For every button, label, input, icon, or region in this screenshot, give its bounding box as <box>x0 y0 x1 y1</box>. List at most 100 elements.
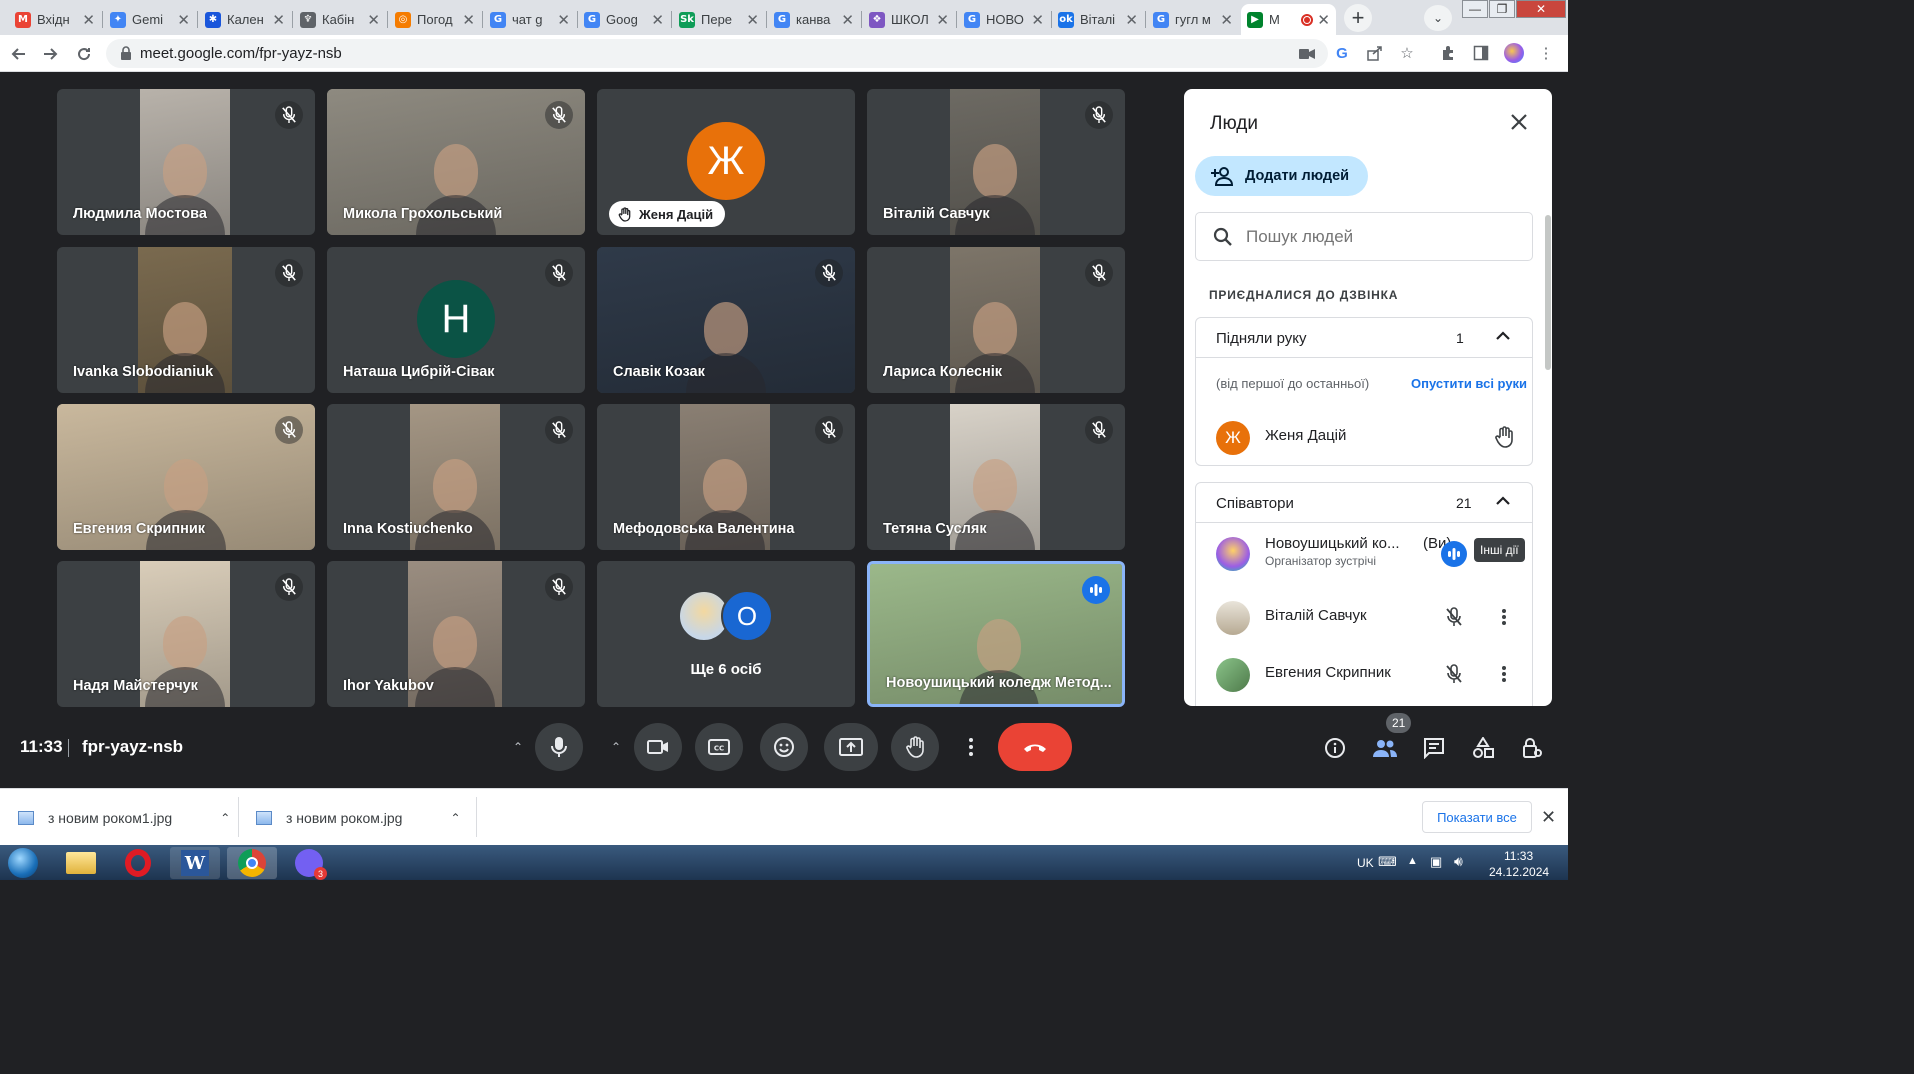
chevron-up-icon[interactable] <box>1495 328 1511 344</box>
network-icon[interactable]: ▣ <box>1430 854 1442 870</box>
meeting-details-button[interactable] <box>1320 733 1350 763</box>
reactions-button[interactable] <box>760 723 808 771</box>
leave-call-button[interactable] <box>998 723 1072 771</box>
add-people-button[interactable]: Додати людей <box>1195 156 1368 196</box>
close-tab-icon[interactable]: ✕ <box>367 11 380 29</box>
participant-tile[interactable]: Н Наташа Цибрій-Сівак <box>327 247 585 393</box>
close-panel-button[interactable] <box>1508 111 1530 133</box>
participant-tile[interactable]: Новоушицький коледж Метод... <box>867 561 1125 707</box>
download-item[interactable]: з новим роком.jpg ⌃ <box>256 789 461 846</box>
chevron-up-icon[interactable]: ⌃ <box>220 811 230 825</box>
browser-tab[interactable]: Gчат g ✕ <box>484 4 576 35</box>
show-all-downloads-button[interactable]: Показати все <box>1422 801 1532 833</box>
participant-tile[interactable]: Надя Майстерчук <box>57 561 315 707</box>
browser-tab[interactable]: G НОВО ✕ <box>958 4 1050 35</box>
side-panel-icon[interactable] <box>1470 42 1492 64</box>
chrome-menu-icon[interactable]: ⋮ <box>1535 42 1557 64</box>
share-icon[interactable] <box>1364 42 1386 64</box>
browser-tab[interactable]: ok Віталі ✕ <box>1052 4 1144 35</box>
raised-hands-header[interactable]: Підняли руку 1 <box>1196 318 1532 358</box>
browser-tab[interactable]: Sk Пере ✕ <box>673 4 765 35</box>
participant-tile[interactable]: Славік Козак <box>597 247 855 393</box>
microphone-button[interactable] <box>535 723 583 771</box>
more-options-button[interactable] <box>957 723 985 771</box>
show-hidden-icons-icon[interactable]: ▲ <box>1407 855 1418 867</box>
close-tab-icon[interactable]: ✕ <box>746 11 759 29</box>
people-search-box[interactable] <box>1195 212 1533 261</box>
participant-tile[interactable]: Inna Kostiuchenko <box>327 404 585 550</box>
browser-tab[interactable]: ◎ Погод ✕ <box>389 4 481 35</box>
back-button[interactable] <box>6 42 30 66</box>
participant-tile[interactable]: Ivanka Slobodianiuk <box>57 247 315 393</box>
keyboard-icon[interactable]: ⌨ <box>1378 854 1397 870</box>
camera-button[interactable] <box>634 723 682 771</box>
forward-button[interactable] <box>39 42 63 66</box>
chat-button[interactable] <box>1419 733 1449 763</box>
other-participants-tile[interactable]: О Ще 6 осіб <box>597 561 855 707</box>
file-explorer-taskbar-button[interactable] <box>56 847 106 879</box>
close-window-button[interactable]: ✕ <box>1516 0 1566 18</box>
participant-tile[interactable]: Евгения Скрипник <box>57 404 315 550</box>
camera-permission-icon[interactable] <box>1297 44 1317 64</box>
close-tab-icon[interactable]: ✕ <box>462 11 475 29</box>
participant-tile[interactable]: Тетяна Сусляк <box>867 404 1125 550</box>
participant-tile[interactable]: Віталій Савчук <box>867 89 1125 235</box>
contributors-header[interactable]: Співавтори 21 <box>1196 483 1532 523</box>
close-tab-icon[interactable]: ✕ <box>841 11 854 29</box>
close-tab-icon[interactable]: ✕ <box>177 11 190 29</box>
contributor-row[interactable]: Віталій Савчук <box>1196 589 1532 645</box>
browser-tab[interactable]: ♆ Кабін ✕ <box>294 4 386 35</box>
activities-button[interactable] <box>1468 733 1498 763</box>
browser-tab[interactable]: G Goog ✕ <box>578 4 670 35</box>
more-actions-icon[interactable] <box>1492 605 1516 629</box>
minimize-window-button[interactable]: — <box>1462 0 1488 18</box>
close-tab-icon[interactable]: ✕ <box>651 11 664 29</box>
close-downloads-bar-icon[interactable]: ✕ <box>1541 807 1556 828</box>
taskbar-time[interactable]: 11:33 <box>1504 849 1533 863</box>
people-search-input[interactable] <box>1244 226 1514 248</box>
chevron-up-icon[interactable] <box>1495 493 1511 509</box>
close-tab-icon[interactable]: ✕ <box>1031 11 1044 29</box>
participant-tile[interactable]: Микола Грохольський <box>327 89 585 235</box>
maximize-window-button[interactable]: ❐ <box>1489 0 1515 18</box>
browser-tab[interactable]: Gгугл м ✕ <box>1147 4 1239 35</box>
extensions-icon[interactable] <box>1437 42 1459 64</box>
host-controls-button[interactable] <box>1517 733 1547 763</box>
omnibox[interactable]: meet.google.com/fpr-yayz-nsb <box>106 39 1328 68</box>
browser-tab[interactable]: ✱ Кален ✕ <box>199 4 291 35</box>
close-tab-icon[interactable]: ✕ <box>936 11 949 29</box>
raise-hand-button[interactable] <box>891 723 939 771</box>
audio-settings-caret[interactable]: ⌃ <box>505 733 531 761</box>
participant-tile[interactable]: Людмила Мостова <box>57 89 315 235</box>
participant-tile[interactable]: Ж Женя Дацій <box>597 89 855 235</box>
new-tab-button[interactable]: + <box>1344 4 1372 32</box>
url-text[interactable]: meet.google.com/fpr-yayz-nsb <box>140 45 342 62</box>
viber-taskbar-button[interactable]: 3 <box>284 847 334 880</box>
close-tab-icon[interactable]: ✕ <box>82 11 95 29</box>
tab-search-button[interactable]: ⌄ <box>1424 5 1452 31</box>
language-indicator[interactable]: UK <box>1357 856 1374 870</box>
close-tab-icon[interactable]: ✕ <box>1317 11 1330 29</box>
download-item[interactable]: з новим роком1.jpg ⌃ <box>18 789 230 846</box>
profile-avatar[interactable] <box>1503 42 1525 64</box>
close-tab-icon[interactable]: ✕ <box>1220 11 1233 29</box>
more-actions-icon[interactable] <box>1492 662 1516 686</box>
taskbar-date[interactable]: 24.12.2024 <box>1489 865 1549 879</box>
chrome-taskbar-button[interactable] <box>227 847 277 879</box>
google-lens-icon[interactable]: G <box>1331 42 1353 64</box>
raised-hand-person-row[interactable]: Ж Женя Дацій <box>1196 409 1532 465</box>
close-tab-icon[interactable]: ✕ <box>272 11 285 29</box>
people-panel-scrollbar[interactable] <box>1545 215 1551 370</box>
bookmark-star-icon[interactable]: ☆ <box>1396 42 1418 64</box>
participant-tile[interactable]: Ihor Yakubov <box>327 561 585 707</box>
participant-tile[interactable]: Лариса Колеснік <box>867 247 1125 393</box>
participant-tile[interactable]: Мефодовська Валентина <box>597 404 855 550</box>
browser-tab[interactable]: ❖ ШКОЛ ✕ <box>863 4 955 35</box>
captions-button[interactable]: CC <box>695 723 743 771</box>
reload-button[interactable] <box>72 42 96 66</box>
close-tab-icon[interactable]: ✕ <box>557 11 570 29</box>
browser-tab[interactable]: Gканва ✕ <box>768 4 860 35</box>
people-button[interactable] <box>1370 733 1400 763</box>
browser-tab[interactable]: ▶ М ✕ <box>1241 4 1336 35</box>
opera-taskbar-button[interactable] <box>113 847 163 879</box>
